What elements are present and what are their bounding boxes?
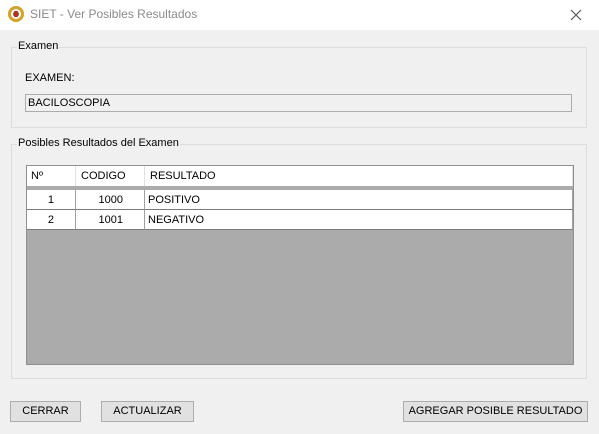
table-row[interactable]: 2 1001 NEGATIVO bbox=[27, 210, 573, 230]
table-header: Nº CODIGO RESULTADO bbox=[27, 166, 573, 186]
column-header-codigo[interactable]: CODIGO bbox=[76, 166, 145, 186]
table-row[interactable]: 1 1000 POSITIVO bbox=[27, 190, 573, 210]
examen-label: EXAMEN: bbox=[25, 72, 75, 84]
cell-codigo: 1001 bbox=[76, 210, 145, 230]
examen-group: Examen EXAMEN: BACILOSCOPIA bbox=[11, 40, 587, 128]
cell-resultado: NEGATIVO bbox=[145, 210, 573, 230]
column-header-resultado[interactable]: RESULTADO bbox=[145, 166, 573, 186]
examen-group-legend: Examen bbox=[17, 40, 60, 52]
cell-codigo: 1000 bbox=[76, 190, 145, 210]
title-bar: SIET - Ver Posibles Resultados bbox=[0, 0, 599, 30]
siet-logo-icon bbox=[8, 6, 24, 22]
agregar-resultado-button[interactable]: AGREGAR POSIBLE RESULTADO bbox=[403, 401, 588, 422]
resultados-group: Posibles Resultados del Examen Nº CODIGO… bbox=[11, 137, 587, 379]
window-title: SIET - Ver Posibles Resultados bbox=[30, 7, 198, 21]
close-button[interactable] bbox=[553, 0, 599, 30]
cerrar-button[interactable]: CERRAR bbox=[10, 401, 81, 422]
examen-field[interactable]: BACILOSCOPIA bbox=[25, 94, 572, 112]
column-header-num[interactable]: Nº bbox=[27, 166, 76, 186]
cell-resultado: POSITIVO bbox=[145, 190, 573, 210]
resultados-group-legend: Posibles Resultados del Examen bbox=[17, 137, 180, 149]
cell-num: 1 bbox=[27, 190, 76, 210]
actualizar-button[interactable]: ACTUALIZAR bbox=[101, 401, 194, 422]
close-icon bbox=[570, 9, 582, 21]
results-table[interactable]: Nº CODIGO RESULTADO 1 1000 POSITIVO 2 10… bbox=[26, 165, 574, 365]
cell-num: 2 bbox=[27, 210, 76, 230]
